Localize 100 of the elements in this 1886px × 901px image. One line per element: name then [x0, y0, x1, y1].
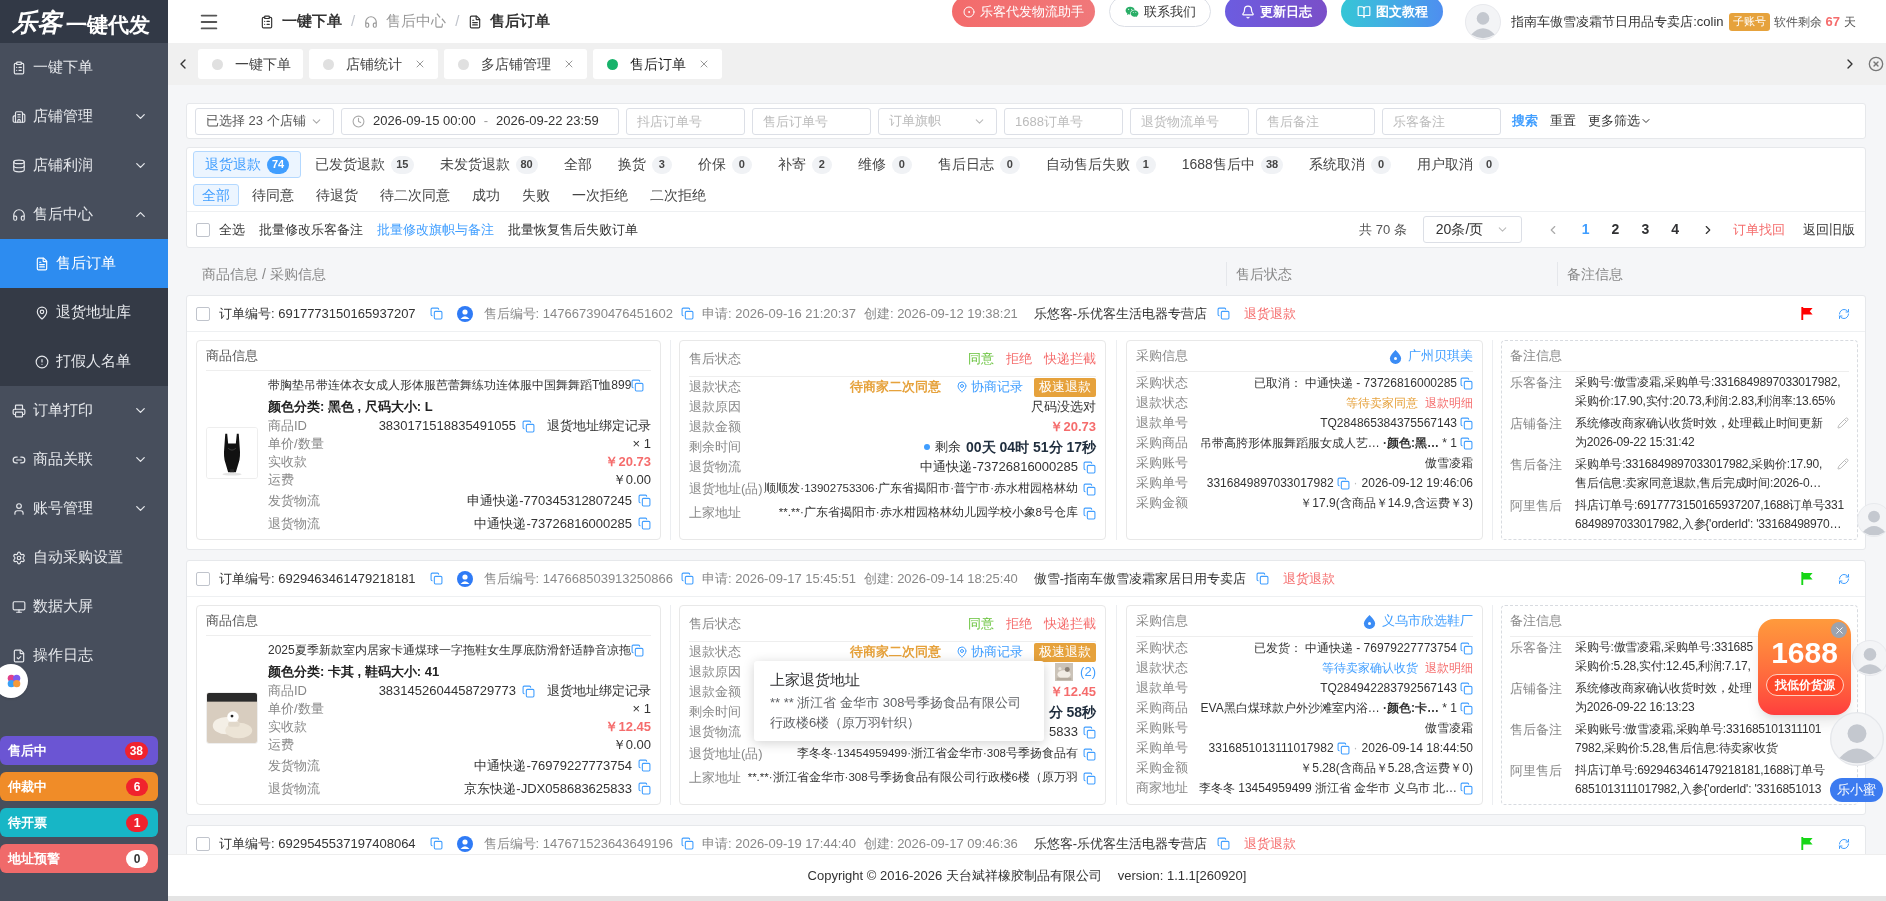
- page-tab[interactable]: 多店铺管理: [444, 49, 587, 79]
- filter-tab[interactable]: 系统取消 0: [1297, 151, 1404, 178]
- status-tab[interactable]: 一次拒绝: [563, 184, 637, 206]
- copy-icon[interactable]: [638, 494, 651, 507]
- filter-tab[interactable]: 价保 0: [685, 151, 764, 178]
- copy-icon[interactable]: [1083, 747, 1096, 761]
- copy-icon[interactable]: [680, 572, 694, 585]
- flag-icon[interactable]: [1799, 571, 1814, 586]
- status-tab[interactable]: 成功: [463, 184, 509, 206]
- contact-button[interactable]: 联系我们: [1109, 0, 1212, 27]
- status-counter[interactable]: 待开票 1: [0, 808, 158, 837]
- page-tab[interactable]: 一键下单: [198, 49, 303, 79]
- checkbox-label[interactable]: 全选: [219, 219, 245, 240]
- refresh-icon[interactable]: [1838, 307, 1850, 320]
- sidebar-item[interactable]: 商品关联: [0, 435, 168, 484]
- sidebar-item[interactable]: 订单打印: [0, 386, 168, 435]
- copy-icon[interactable]: [630, 643, 644, 657]
- breadcrumb-item[interactable]: 一键下单: [260, 10, 342, 33]
- search-field[interactable]: 乐客备注: [1382, 107, 1501, 135]
- copy-icon[interactable]: [1083, 506, 1096, 520]
- search-field[interactable]: 抖店订单号: [626, 107, 745, 135]
- search-field[interactable]: 售后备注: [1256, 107, 1375, 135]
- filter-tab[interactable]: 补寄 2: [765, 151, 844, 178]
- page-size-select[interactable]: 20条/页: [1422, 216, 1522, 243]
- assistant-label[interactable]: 乐小蜜: [1830, 778, 1883, 802]
- copy-icon[interactable]: [680, 837, 694, 850]
- sidebar-item[interactable]: 一键下单: [0, 43, 168, 92]
- copy-icon[interactable]: [1336, 741, 1350, 755]
- copy-icon[interactable]: [1460, 781, 1473, 795]
- store-select[interactable]: 已选择 23 个店铺: [195, 107, 334, 135]
- copy-icon[interactable]: [429, 572, 443, 585]
- reset-link[interactable]: 重置: [1550, 111, 1576, 131]
- filter-tab[interactable]: 已发货退款 15: [303, 151, 426, 178]
- product-title[interactable]: 带胸垫吊带连体衣女成人形体服芭蕾舞练功连体服中国舞舞蹈T恤899: [268, 376, 632, 394]
- edit-icon[interactable]: [1837, 417, 1849, 429]
- status-tab[interactable]: 待退货: [307, 184, 367, 206]
- refresh-icon[interactable]: [1838, 837, 1850, 850]
- changelog-button[interactable]: 更新日志: [1225, 0, 1328, 27]
- close-icon[interactable]: [1868, 56, 1884, 72]
- checkbox[interactable]: [196, 836, 210, 851]
- date-range-field[interactable]: 2026-09-15 00:00 - 2026-09-22 23:59: [341, 107, 619, 135]
- close-icon[interactable]: [698, 58, 710, 70]
- refresh-icon[interactable]: [1838, 572, 1850, 585]
- link-text[interactable]: 退货地址绑定记录: [547, 416, 651, 436]
- sidebar-subitem[interactable]: 打假人名单: [0, 337, 168, 386]
- flag-icon[interactable]: [1799, 306, 1814, 321]
- copy-icon[interactable]: [1083, 460, 1096, 474]
- copy-icon[interactable]: [680, 307, 694, 320]
- checkbox[interactable]: [196, 222, 210, 237]
- edit-icon[interactable]: [1837, 458, 1849, 470]
- copy-icon[interactable]: [1460, 681, 1473, 695]
- sidebar-item[interactable]: 数据大屏: [0, 582, 168, 631]
- sidebar-item[interactable]: 店铺管理: [0, 92, 168, 141]
- search-field[interactable]: 退货物流单号: [1130, 107, 1249, 135]
- copy-icon[interactable]: [1083, 725, 1096, 739]
- sidebar-item[interactable]: 自动采购设置: [0, 533, 168, 582]
- checkbox[interactable]: [196, 571, 210, 586]
- link-text[interactable]: 退货地址绑定记录: [547, 681, 651, 701]
- breadcrumb-item[interactable]: 售后订单: [468, 10, 551, 33]
- sidebar-item[interactable]: 售后中心: [0, 190, 168, 239]
- page-button[interactable]: 4: [1671, 219, 1679, 240]
- page-button[interactable]: 2: [1611, 219, 1620, 240]
- filter-tab[interactable]: 售后日志 0: [925, 151, 1032, 178]
- copy-icon[interactable]: [1460, 641, 1473, 655]
- copy-icon[interactable]: [522, 419, 535, 433]
- status-counter[interactable]: 售后中 38: [0, 736, 158, 765]
- copy-icon[interactable]: [631, 378, 645, 392]
- close-icon[interactable]: [563, 58, 575, 70]
- copy-icon[interactable]: [1256, 572, 1270, 585]
- copy-icon[interactable]: [638, 782, 651, 795]
- copy-icon[interactable]: [638, 517, 651, 530]
- page-button[interactable]: 3: [1641, 219, 1650, 240]
- more-filters-link[interactable]: 更多筛选: [1588, 111, 1652, 131]
- copy-icon[interactable]: [429, 307, 443, 320]
- bulk-action-link[interactable]: 批量修改乐客备注: [259, 219, 363, 240]
- checkbox[interactable]: [196, 306, 210, 321]
- status-counter[interactable]: 仲裁中 6: [0, 772, 158, 801]
- filter-tab[interactable]: 1688售后中 38: [1169, 151, 1296, 178]
- copy-icon[interactable]: [638, 759, 651, 772]
- search-field[interactable]: 售后订单号: [752, 107, 871, 135]
- filter-tab[interactable]: 未发货退款 80: [427, 151, 550, 178]
- filter-tab[interactable]: 全部: [551, 151, 604, 178]
- copy-icon[interactable]: [522, 684, 535, 698]
- copy-icon[interactable]: [1460, 436, 1473, 450]
- status-tab[interactable]: 失败: [513, 184, 559, 206]
- bulk-action-link[interactable]: 批量恢复售后失败订单: [508, 219, 638, 240]
- copy-icon[interactable]: [1336, 476, 1350, 490]
- sidebar-item[interactable]: 账号管理: [0, 484, 168, 533]
- copy-icon[interactable]: [1217, 837, 1231, 850]
- filter-tab[interactable]: 维修 0: [845, 151, 924, 178]
- copy-icon[interactable]: [1083, 482, 1096, 496]
- status-tab[interactable]: 待二次同意: [371, 184, 459, 206]
- status-tab[interactable]: 待同意: [243, 184, 303, 206]
- sidebar-item[interactable]: 店铺利润: [0, 141, 168, 190]
- filter-tab[interactable]: 换货 3: [605, 151, 684, 178]
- close-icon[interactable]: [414, 58, 426, 70]
- copy-icon[interactable]: [1460, 416, 1473, 430]
- filter-tab[interactable]: 自动售后失败 1: [1033, 151, 1168, 178]
- page-tab[interactable]: 店铺统计: [309, 49, 438, 79]
- flag-icon[interactable]: [1799, 836, 1814, 851]
